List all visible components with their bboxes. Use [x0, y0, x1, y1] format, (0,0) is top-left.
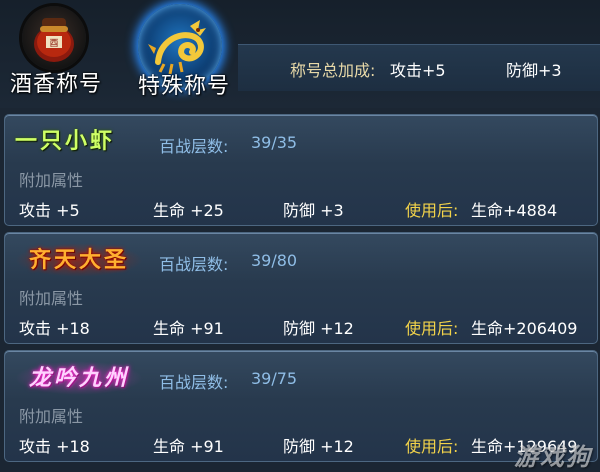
stat-life: 生命 +91 — [153, 437, 224, 456]
stat-attack: 攻击 +5 — [19, 201, 80, 220]
total-bonus-attack: 攻击+5 — [390, 61, 446, 80]
battle-layers-value: 39/35 — [251, 133, 298, 152]
battle-layers-value: 39/75 — [251, 369, 298, 388]
title-name: 齐天大圣 — [15, 243, 144, 277]
tab-special-label: 特殊称号 — [137, 74, 230, 99]
stat-defense: 防御 +12 — [283, 319, 354, 338]
after-use-label: 使用后: — [405, 437, 459, 456]
after-use-value: 生命+4884 — [471, 201, 558, 220]
stat-defense: 防御 +12 — [283, 437, 354, 456]
stat-attack: 攻击 +18 — [19, 437, 90, 456]
title-card[interactable]: 齐天大圣 百战层数: 39/80 附加属性 攻击 +18 生命 +91 防御 +… — [4, 232, 598, 344]
svg-text:酉: 酉 — [49, 38, 58, 49]
stat-life: 生命 +91 — [153, 319, 224, 338]
tab-wine-label: 酒香称号 — [9, 72, 102, 97]
total-bonus-defense: 防御+3 — [506, 61, 562, 80]
title-tab-bar: 酉 酒香称号 特殊称号 称号总加成: 攻击+5 防御+3 — [0, 0, 600, 108]
title-card[interactable]: 一只小虾 百战层数: 39/35 附加属性 攻击 +5 生命 +25 防御 +3… — [4, 114, 598, 226]
stat-life: 生命 +25 — [153, 201, 224, 220]
battle-layers-label: 百战层数: — [159, 373, 229, 392]
total-bonus-bar: 称号总加成: 攻击+5 防御+3 — [238, 44, 600, 91]
title-name: 龙吟九州 — [15, 361, 144, 395]
title-card[interactable]: 龙吟九州 百战层数: 39/75 附加属性 攻击 +18 生命 +91 防御 +… — [4, 350, 598, 462]
after-use-label: 使用后: — [405, 319, 459, 338]
total-bonus-label: 称号总加成: — [290, 61, 376, 80]
battle-layers-label: 百战层数: — [159, 137, 229, 156]
watermark-logo: 游戏狗 — [514, 443, 592, 471]
stat-defense: 防御 +3 — [283, 201, 344, 220]
tab-wine-titles[interactable]: 酉 酒香称号 — [0, 4, 112, 104]
after-use-label: 使用后: — [405, 201, 459, 220]
title-name: 一只小虾 — [15, 129, 116, 154]
after-use-value: 生命+206409 — [471, 319, 578, 338]
stat-attack: 攻击 +18 — [19, 319, 90, 338]
extra-attributes-label: 附加属性 — [19, 407, 84, 426]
extra-attributes-label: 附加属性 — [19, 171, 84, 190]
wine-jar-icon: 酉 — [22, 6, 86, 70]
extra-attributes-label: 附加属性 — [19, 289, 84, 308]
battle-layers-value: 39/80 — [251, 251, 298, 270]
battle-layers-label: 百战层数: — [159, 255, 229, 274]
tab-special-titles[interactable]: 特殊称号 — [128, 4, 240, 104]
